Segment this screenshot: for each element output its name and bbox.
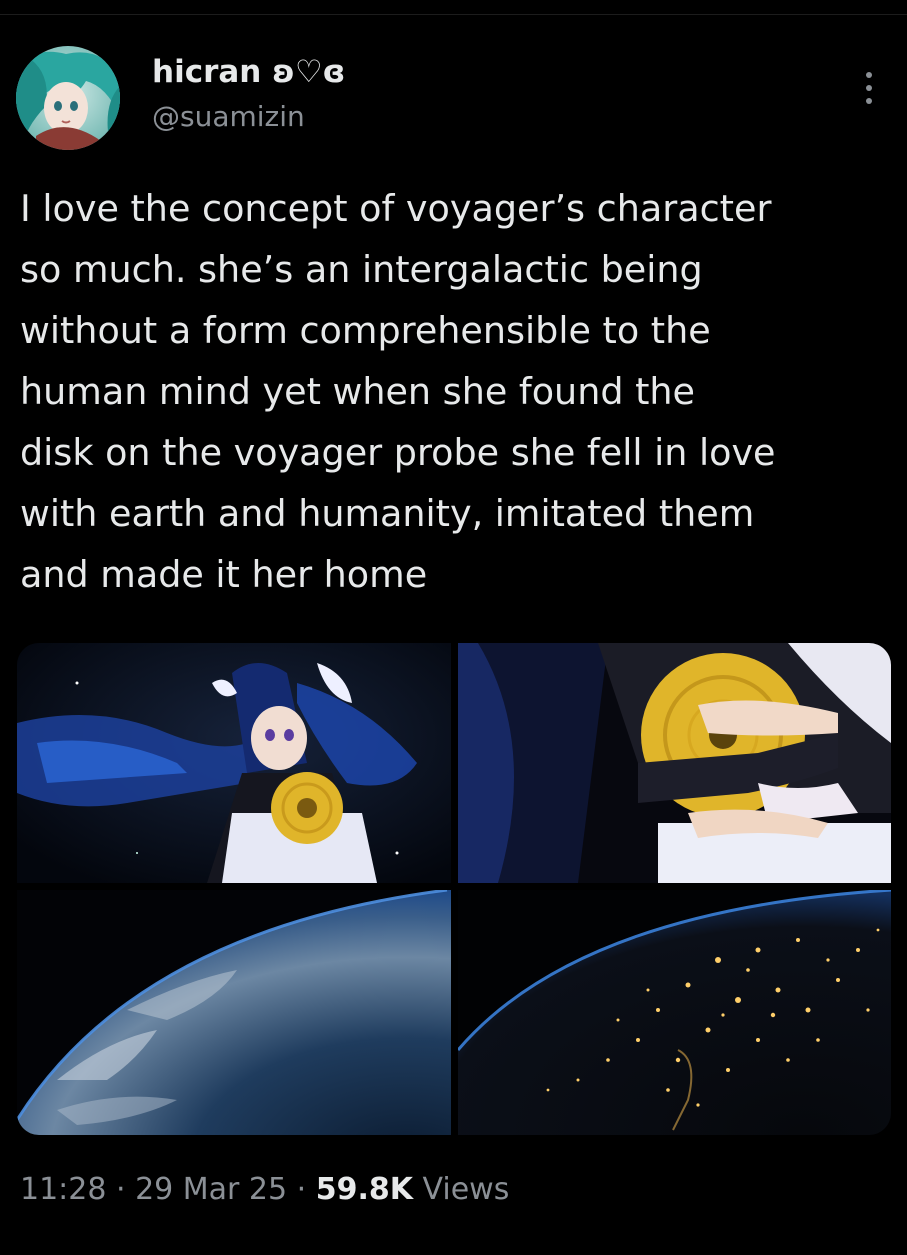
photo-earth-day[interactable] (17, 890, 451, 1135)
tweet-line: without a form comprehensible to the (20, 309, 711, 352)
avatar[interactable] (16, 46, 120, 150)
tweet-line: disk on the voyager probe she fell in lo… (20, 431, 776, 474)
meta-separator: · (106, 1172, 136, 1207)
tweet-line: I love the concept of voyager’s characte… (20, 187, 772, 230)
views-count: 59.8K (315, 1172, 413, 1207)
tweet-text: I love the concept of voyager’s characte… (20, 178, 895, 605)
avatar-image (16, 46, 120, 150)
tweet-line: so much. she’s an intergalactic being (20, 248, 703, 291)
dot (866, 85, 872, 91)
photo-earth-night[interactable] (458, 890, 891, 1135)
tweet-date[interactable]: 29 Mar 25 (135, 1172, 287, 1207)
display-name[interactable]: hicran ʚ♡ɞ (152, 54, 345, 90)
tweet-line: and made it her home (20, 553, 428, 596)
tweet-time[interactable]: 11:28 (20, 1172, 106, 1207)
photo-arms-golden-record[interactable] (458, 643, 891, 883)
user-handle[interactable]: @suamizin (152, 100, 305, 133)
more-options-icon[interactable] (854, 66, 884, 110)
dot (866, 98, 872, 104)
meta-separator: · (287, 1172, 316, 1207)
views-label: Views (412, 1172, 510, 1207)
photo-anime-girl-golden-record[interactable] (17, 643, 451, 883)
tweet-metadata: 11:28 · 29 Mar 25 · 59.8K Views (20, 1172, 509, 1207)
tweet-line: human mind yet when she found the (20, 370, 696, 413)
tweet-line: with earth and humanity, imitated them (20, 492, 755, 535)
top-divider (0, 14, 907, 15)
dot (866, 72, 872, 78)
media-grid (17, 643, 891, 1135)
